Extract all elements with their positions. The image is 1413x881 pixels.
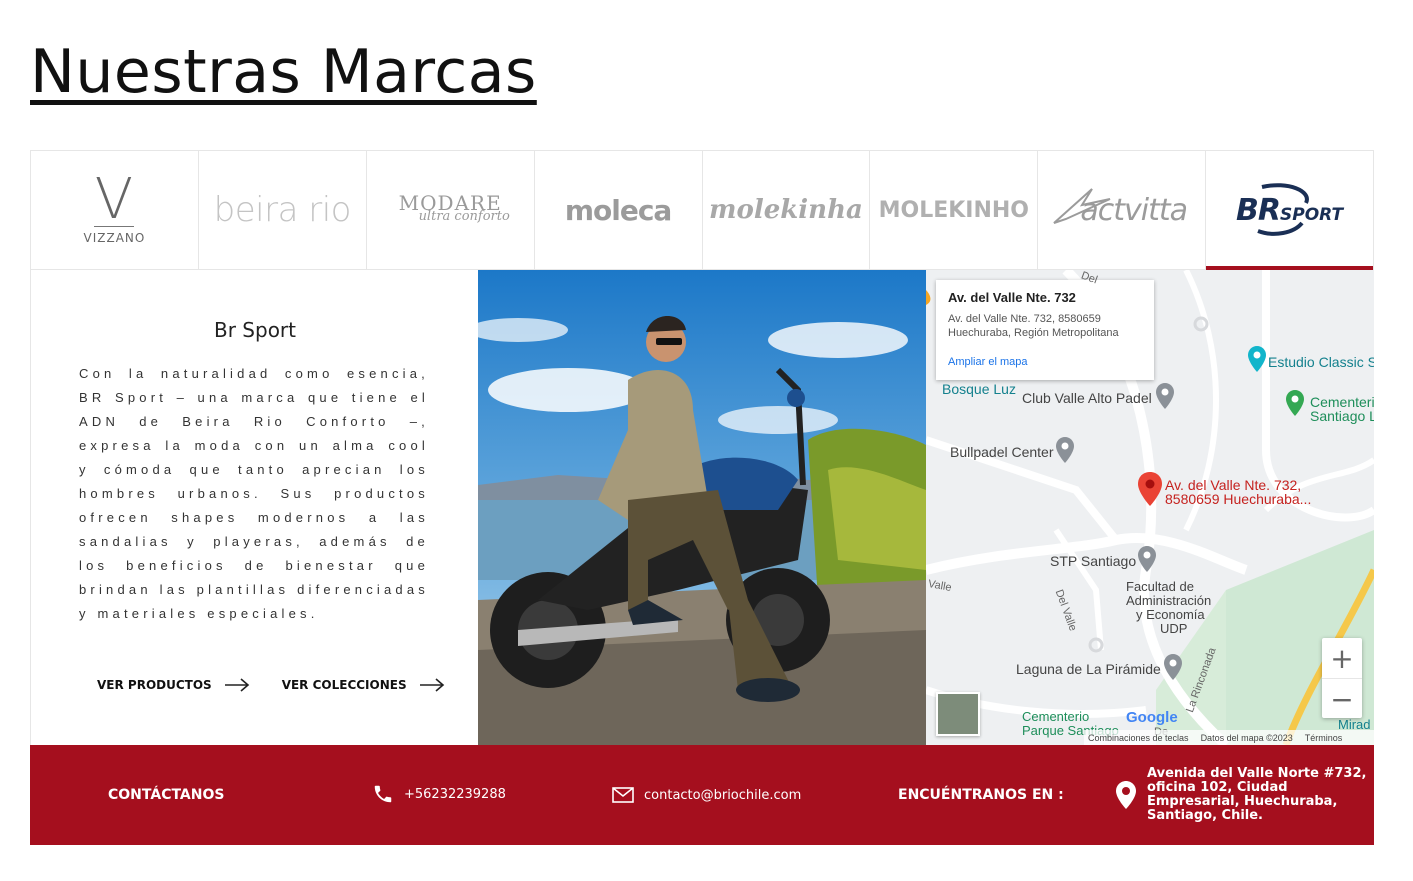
- actvitta-swoosh-icon: [1053, 187, 1111, 224]
- find-us-heading: ENCUÉNTRANOS EN :: [898, 787, 1064, 803]
- map-embed[interactable]: Av. del Valle Nte. 732 Av. del Valle Nte…: [926, 270, 1374, 745]
- email-link[interactable]: contacto@briochile.com: [612, 787, 801, 803]
- tab-beira-rio[interactable]: beira rio: [199, 151, 367, 269]
- map-card-address-1: Av. del Valle Nte. 732, 8580659: [948, 313, 1101, 325]
- arrow-right-icon: [224, 678, 249, 692]
- address-line-4: Santiago, Chile.: [1147, 808, 1263, 823]
- molekinha-logo: molekinha: [709, 195, 863, 225]
- map-poi-pin-icon: [1286, 390, 1304, 416]
- vizzano-logo: V VIZZANO: [83, 166, 146, 245]
- map-poi-pin-icon: [1164, 654, 1182, 680]
- view-products-link[interactable]: VER PRODUCTOS: [97, 678, 250, 692]
- view-collections-link[interactable]: VER COLECCIONES: [282, 678, 445, 692]
- map-pin-icon[interactable]: [1138, 472, 1162, 506]
- arrow-right-icon: [419, 678, 444, 692]
- modare-logo-subtext: ultra conforto: [418, 209, 510, 224]
- address-line-2: oficina 102, Ciudad: [1147, 780, 1288, 795]
- contact-label: CONTÁCTANOS: [108, 787, 225, 803]
- brand-photo: [478, 270, 926, 745]
- phone-icon: [374, 785, 392, 803]
- map-place-bosque[interactable]: Bosque Luz: [942, 381, 1016, 397]
- mail-icon: [612, 787, 634, 803]
- tab-modare[interactable]: MODARE ultra conforto: [367, 151, 535, 269]
- map-place-club[interactable]: Club Valle Alto Padel: [1022, 390, 1152, 406]
- map-place-facultad-4: UDP: [1160, 621, 1188, 636]
- map-poi-pin-icon: [1156, 383, 1174, 409]
- actvitta-logo: actvitta: [1053, 187, 1188, 228]
- find-us-label: ENCUÉNTRANOS EN :: [898, 787, 1064, 803]
- map-place-estudio[interactable]: Estudio Classic S: [1268, 354, 1374, 370]
- molekinho-logo: MOLEKINHO: [878, 197, 1030, 223]
- zoom-out-icon: −: [1330, 682, 1354, 716]
- brand-description: Con la naturalidad como esencia, BR Spor…: [79, 366, 429, 621]
- contact-footer: CONTÁCTANOS +56232239288 contacto@brioch…: [30, 745, 1374, 845]
- map-place-bullpadel[interactable]: Bullpadel Center: [950, 444, 1054, 460]
- location-pin-icon: [1116, 781, 1136, 809]
- zoom-out-button[interactable]: −: [1322, 678, 1362, 719]
- map-keyboard-shortcuts-link[interactable]: Combinaciones de teclas: [1088, 733, 1189, 743]
- view-collections-label: VER COLECCIONES: [281, 678, 407, 692]
- brand-name: Br Sport: [214, 318, 296, 342]
- map-poi-pin-icon: [1056, 437, 1074, 463]
- moleca-logo: moleca: [564, 193, 672, 227]
- vizzano-logo-text: VIZZANO: [83, 230, 146, 245]
- map-card-address-2: Huechuraba, Región Metropolitana: [948, 327, 1119, 339]
- vizzano-logo-mark: V: [94, 166, 135, 232]
- map-data-credit: Datos del mapa ©2023: [1200, 732, 1293, 743]
- page-title-text: Nuestras Marcas: [30, 37, 537, 107]
- phone-number: +56232239288: [404, 786, 506, 802]
- modare-logo-text: MODARE: [398, 191, 502, 215]
- tab-vizzano[interactable]: V VIZZANO: [31, 151, 199, 269]
- beira-rio-logo: beira rio: [213, 190, 352, 230]
- map-place-cementerio-2a[interactable]: Cementerio: [1022, 709, 1089, 724]
- tab-molekinho[interactable]: MOLEKINHO: [870, 151, 1039, 269]
- google-logo: Google: [1126, 709, 1178, 726]
- contact-heading: CONTÁCTANOS: [108, 787, 224, 803]
- map-place-facultad-2: Administración: [1126, 593, 1212, 608]
- brand-photo-image: [478, 270, 926, 745]
- tab-moleca[interactable]: moleca: [535, 151, 703, 269]
- map-poi-pin-icon: [1248, 346, 1266, 372]
- zoom-in-button[interactable]: +: [1322, 638, 1362, 678]
- map-poi-pin-icon: [1138, 546, 1156, 572]
- tab-actvitta[interactable]: actvitta: [1038, 151, 1207, 269]
- map-place-cementerio-1b: Santiago L: [1310, 408, 1374, 424]
- phone-link[interactable]: +56232239288: [372, 783, 506, 805]
- zoom-in-icon: +: [1330, 641, 1354, 675]
- map-attribution: Combinaciones de teclas Datos del mapa ©…: [1084, 730, 1374, 745]
- address-line-3: Empresarial, Huechuraba,: [1147, 794, 1338, 809]
- tab-molekinha[interactable]: molekinha: [703, 151, 871, 269]
- brand-info-panel: Br Sport Con la naturalidad como esencia…: [30, 270, 478, 745]
- map-info-card: Av. del Valle Nte. 732 Av. del Valle Nte…: [936, 280, 1154, 380]
- map-place-facultad-3: y Economía: [1136, 607, 1205, 622]
- view-products-label: VER PRODUCTOS: [97, 678, 212, 692]
- map-layer-toggle[interactable]: [936, 692, 980, 736]
- map-place-facultad-1[interactable]: Facultad de: [1126, 579, 1194, 594]
- brand-detail: Br Sport Con la naturalidad como esencia…: [30, 270, 1374, 745]
- tab-br-sport[interactable]: BRSPORT: [1206, 151, 1373, 270]
- map-place-stp[interactable]: STP Santiago: [1050, 553, 1136, 569]
- br-sport-swoosh-icon: [1257, 182, 1309, 236]
- map-card-title: Av. del Valle Nte. 732: [948, 290, 1076, 305]
- map-terms-link[interactable]: Términos: [1305, 733, 1343, 743]
- map-zoom-controls: + −: [1322, 638, 1362, 718]
- brand-links: VER PRODUCTOS VER COLECCIONES: [97, 678, 445, 692]
- br-sport-logo: BRSPORT: [1236, 182, 1343, 236]
- brand-tabs: V VIZZANO beira rio MODARE ultra confort…: [30, 150, 1374, 270]
- modare-logo: MODARE ultra conforto: [391, 191, 510, 224]
- address-line-1: Avenida del Valle Norte #732,: [1147, 766, 1367, 781]
- map-pin-label-2: 8580659 Huechuraba...: [1165, 491, 1312, 507]
- address-block: Avenida del Valle Norte #732, oficina 10…: [1147, 767, 1366, 823]
- email-address: contacto@briochile.com: [644, 787, 802, 803]
- map-place-laguna[interactable]: Laguna de La Pirámide: [1016, 661, 1161, 677]
- enlarge-map-link[interactable]: Ampliar el mapa: [948, 356, 1027, 368]
